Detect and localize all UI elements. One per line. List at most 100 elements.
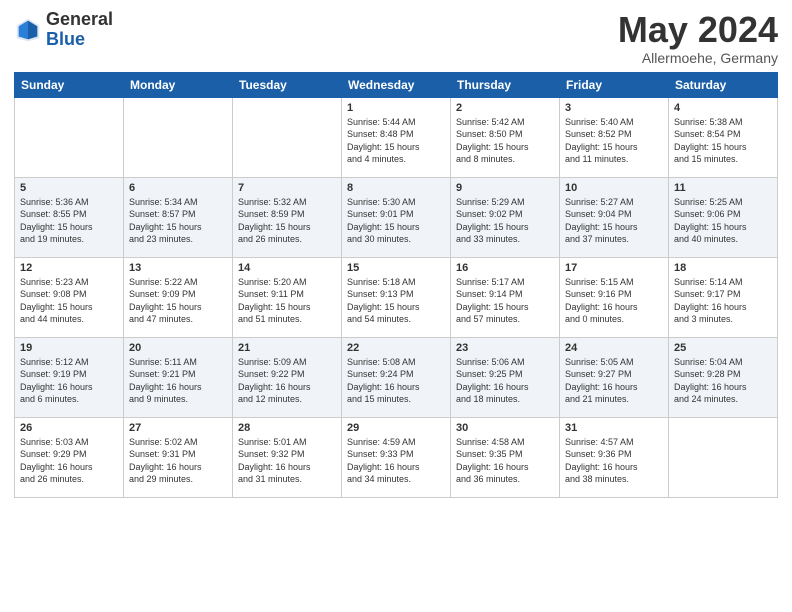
day-number: 29 <box>347 422 445 434</box>
calendar-cell: 23 Sunrise: 5:06 AM Sunset: 9:25 PM Dayli… <box>451 337 560 417</box>
day-number: 1 <box>347 102 445 114</box>
calendar-cell: 14Sunrise: 5:20 AM Sunset: 9:11 PM Dayli… <box>233 257 342 337</box>
day-info: Sunrise: 5:29 AM Sunset: 9:02 PM Dayligh… <box>456 196 554 246</box>
day-number: 10 <box>565 182 663 194</box>
calendar-cell: 1 Sunrise: 5:44 AM Sunset: 8:48 PM Daylig… <box>342 97 451 177</box>
day-info: Sunrise: 5:12 AM Sunset: 9:19 PM Dayligh… <box>20 356 118 406</box>
logo-blue: Blue <box>46 30 113 50</box>
day-of-week-header: Tuesday <box>233 72 342 97</box>
day-info: Sunrise: 5:44 AM Sunset: 8:48 PM Dayligh… <box>347 116 445 166</box>
day-info: Sunrise: 5:32 AM Sunset: 8:59 PM Dayligh… <box>238 196 336 246</box>
day-number: 25 <box>674 342 772 354</box>
calendar-week-row: 1 Sunrise: 5:44 AM Sunset: 8:48 PM Daylig… <box>15 97 778 177</box>
calendar-table: SundayMondayTuesdayWednesdayThursdayFrid… <box>14 72 778 498</box>
day-info: Sunrise: 5:30 AM Sunset: 9:01 PM Dayligh… <box>347 196 445 246</box>
calendar-cell: 25 Sunrise: 5:04 AM Sunset: 9:28 PM Dayli… <box>669 337 778 417</box>
day-info: Sunrise: 5:27 AM Sunset: 9:04 PM Dayligh… <box>565 196 663 246</box>
day-number: 5 <box>20 182 118 194</box>
logo-icon <box>14 16 42 44</box>
calendar-cell: 8 Sunrise: 5:30 AM Sunset: 9:01 PM Daylig… <box>342 177 451 257</box>
header: General Blue May 2024 Allermoehe, German… <box>14 10 778 66</box>
day-number: 24 <box>565 342 663 354</box>
calendar-cell: 21Sunrise: 5:09 AM Sunset: 9:22 PM Dayli… <box>233 337 342 417</box>
day-number: 3 <box>565 102 663 114</box>
calendar-cell: 7 Sunrise: 5:32 AM Sunset: 8:59 PM Daylig… <box>233 177 342 257</box>
day-number: 6 <box>129 182 227 194</box>
day-number: 14 <box>238 262 336 274</box>
day-info: Sunrise: 5:42 AM Sunset: 8:50 PM Dayligh… <box>456 116 554 166</box>
calendar-cell: 24Sunrise: 5:05 AM Sunset: 9:27 PM Dayli… <box>560 337 669 417</box>
day-info: Sunrise: 4:57 AM Sunset: 9:36 PM Dayligh… <box>565 436 663 486</box>
day-info: Sunrise: 5:01 AM Sunset: 9:32 PM Dayligh… <box>238 436 336 486</box>
day-number: 15 <box>347 262 445 274</box>
day-number: 23 <box>456 342 554 354</box>
calendar-cell: 2 Sunrise: 5:42 AM Sunset: 8:50 PM Daylig… <box>451 97 560 177</box>
day-number: 13 <box>129 262 227 274</box>
day-info: Sunrise: 5:23 AM Sunset: 9:08 PM Dayligh… <box>20 276 118 326</box>
day-info: Sunrise: 4:59 AM Sunset: 9:33 PM Dayligh… <box>347 436 445 486</box>
calendar-cell: 18Sunrise: 5:14 AM Sunset: 9:17 PM Dayli… <box>669 257 778 337</box>
day-of-week-header: Wednesday <box>342 72 451 97</box>
logo-text: General Blue <box>46 10 113 50</box>
title-block: May 2024 Allermoehe, Germany <box>618 10 778 66</box>
calendar-cell: 11Sunrise: 5:25 AM Sunset: 9:06 PM Dayli… <box>669 177 778 257</box>
calendar-week-row: 12Sunrise: 5:23 AM Sunset: 9:08 PM Dayli… <box>15 257 778 337</box>
day-number: 2 <box>456 102 554 114</box>
calendar-cell: 19Sunrise: 5:12 AM Sunset: 9:19 PM Dayli… <box>15 337 124 417</box>
calendar-cell: 28Sunrise: 5:01 AM Sunset: 9:32 PM Dayli… <box>233 417 342 497</box>
calendar-header-row: SundayMondayTuesdayWednesdayThursdayFrid… <box>15 72 778 97</box>
day-info: Sunrise: 5:11 AM Sunset: 9:21 PM Dayligh… <box>129 356 227 406</box>
day-number: 8 <box>347 182 445 194</box>
logo: General Blue <box>14 10 113 50</box>
day-info: Sunrise: 4:58 AM Sunset: 9:35 PM Dayligh… <box>456 436 554 486</box>
day-info: Sunrise: 5:36 AM Sunset: 8:55 PM Dayligh… <box>20 196 118 246</box>
calendar-cell: 6 Sunrise: 5:34 AM Sunset: 8:57 PM Daylig… <box>124 177 233 257</box>
day-of-week-header: Thursday <box>451 72 560 97</box>
calendar-cell <box>669 417 778 497</box>
day-number: 16 <box>456 262 554 274</box>
calendar-cell: 20 Sunrise: 5:11 AM Sunset: 9:21 PM Dayli… <box>124 337 233 417</box>
calendar-cell: 16Sunrise: 5:17 AM Sunset: 9:14 PM Dayli… <box>451 257 560 337</box>
day-info: Sunrise: 5:15 AM Sunset: 9:16 PM Dayligh… <box>565 276 663 326</box>
calendar-cell <box>233 97 342 177</box>
calendar-cell: 30 Sunrise: 4:58 AM Sunset: 9:35 PM Dayli… <box>451 417 560 497</box>
calendar-cell: 31 Sunrise: 4:57 AM Sunset: 9:36 PM Dayli… <box>560 417 669 497</box>
day-info: Sunrise: 5:25 AM Sunset: 9:06 PM Dayligh… <box>674 196 772 246</box>
day-info: Sunrise: 5:08 AM Sunset: 9:24 PM Dayligh… <box>347 356 445 406</box>
calendar-cell: 9 Sunrise: 5:29 AM Sunset: 9:02 PM Daylig… <box>451 177 560 257</box>
calendar-cell: 3 Sunrise: 5:40 AM Sunset: 8:52 PM Daylig… <box>560 97 669 177</box>
calendar-cell: 13 Sunrise: 5:22 AM Sunset: 9:09 PM Dayli… <box>124 257 233 337</box>
day-info: Sunrise: 5:14 AM Sunset: 9:17 PM Dayligh… <box>674 276 772 326</box>
calendar-cell: 10 Sunrise: 5:27 AM Sunset: 9:04 PM Dayli… <box>560 177 669 257</box>
day-info: Sunrise: 5:22 AM Sunset: 9:09 PM Dayligh… <box>129 276 227 326</box>
calendar-week-row: 5 Sunrise: 5:36 AM Sunset: 8:55 PM Daylig… <box>15 177 778 257</box>
calendar-cell: 26 Sunrise: 5:03 AM Sunset: 9:29 PM Dayli… <box>15 417 124 497</box>
day-number: 27 <box>129 422 227 434</box>
day-info: Sunrise: 5:38 AM Sunset: 8:54 PM Dayligh… <box>674 116 772 166</box>
calendar-cell: 17 Sunrise: 5:15 AM Sunset: 9:16 PM Dayli… <box>560 257 669 337</box>
day-info: Sunrise: 5:02 AM Sunset: 9:31 PM Dayligh… <box>129 436 227 486</box>
day-info: Sunrise: 5:04 AM Sunset: 9:28 PM Dayligh… <box>674 356 772 406</box>
day-number: 22 <box>347 342 445 354</box>
day-of-week-header: Saturday <box>669 72 778 97</box>
day-of-week-header: Monday <box>124 72 233 97</box>
day-info: Sunrise: 5:34 AM Sunset: 8:57 PM Dayligh… <box>129 196 227 246</box>
day-number: 7 <box>238 182 336 194</box>
day-info: Sunrise: 5:40 AM Sunset: 8:52 PM Dayligh… <box>565 116 663 166</box>
subtitle: Allermoehe, Germany <box>618 50 778 66</box>
day-number: 31 <box>565 422 663 434</box>
day-number: 17 <box>565 262 663 274</box>
logo-general: General <box>46 10 113 30</box>
day-number: 30 <box>456 422 554 434</box>
day-info: Sunrise: 5:09 AM Sunset: 9:22 PM Dayligh… <box>238 356 336 406</box>
day-info: Sunrise: 5:03 AM Sunset: 9:29 PM Dayligh… <box>20 436 118 486</box>
calendar-week-row: 26 Sunrise: 5:03 AM Sunset: 9:29 PM Dayli… <box>15 417 778 497</box>
day-of-week-header: Friday <box>560 72 669 97</box>
day-number: 4 <box>674 102 772 114</box>
day-number: 9 <box>456 182 554 194</box>
day-number: 20 <box>129 342 227 354</box>
day-info: Sunrise: 5:06 AM Sunset: 9:25 PM Dayligh… <box>456 356 554 406</box>
day-number: 26 <box>20 422 118 434</box>
calendar-cell: 22 Sunrise: 5:08 AM Sunset: 9:24 PM Dayli… <box>342 337 451 417</box>
calendar-cell: 12Sunrise: 5:23 AM Sunset: 9:08 PM Dayli… <box>15 257 124 337</box>
